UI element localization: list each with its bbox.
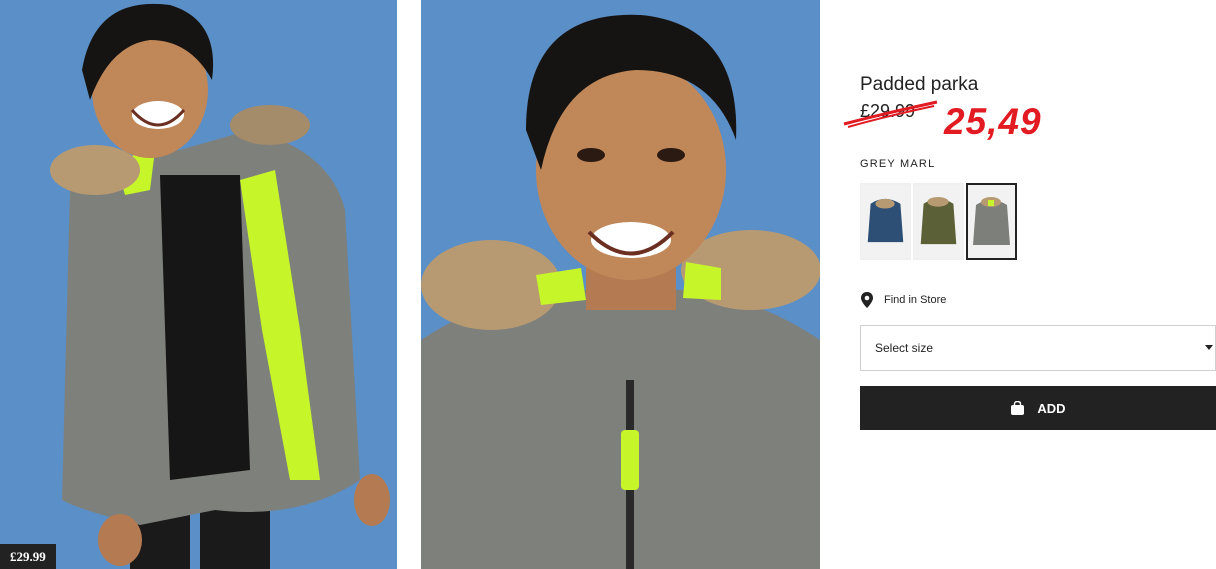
size-select[interactable]: Select size xyxy=(860,325,1216,371)
child-closeup-image xyxy=(421,0,820,569)
swatch-khaki-green[interactable] xyxy=(913,183,964,260)
size-select-label: Select size xyxy=(875,341,934,355)
product-image-main[interactable]: £29.99 xyxy=(0,0,397,569)
child-in-parka-image xyxy=(0,0,397,569)
add-button-label: ADD xyxy=(1037,400,1066,416)
product-image-closeup[interactable] xyxy=(421,0,820,569)
caret-down-icon xyxy=(1205,345,1213,350)
swatch-grey-marl[interactable] xyxy=(966,183,1017,260)
location-pin-icon xyxy=(861,292,873,308)
product-info-panel: Padded parka £29.99 25,49 GREY MARL Find… xyxy=(843,0,1216,569)
old-price: £29.99 xyxy=(860,101,916,121)
find-in-store-label: Find in Store xyxy=(884,294,947,306)
image-price-tag: £29.99 xyxy=(0,544,56,569)
sale-price: 25,49 xyxy=(944,101,1042,142)
add-to-bag-button[interactable]: ADD xyxy=(860,386,1216,430)
color-swatches xyxy=(860,183,1017,260)
find-in-store-link[interactable]: Find in Store xyxy=(860,292,946,308)
shopping-bag-icon xyxy=(1011,401,1025,415)
swatch-dark-blue[interactable] xyxy=(860,183,911,260)
color-name-label: GREY MARL xyxy=(860,158,936,170)
product-title: Padded parka xyxy=(860,74,979,95)
